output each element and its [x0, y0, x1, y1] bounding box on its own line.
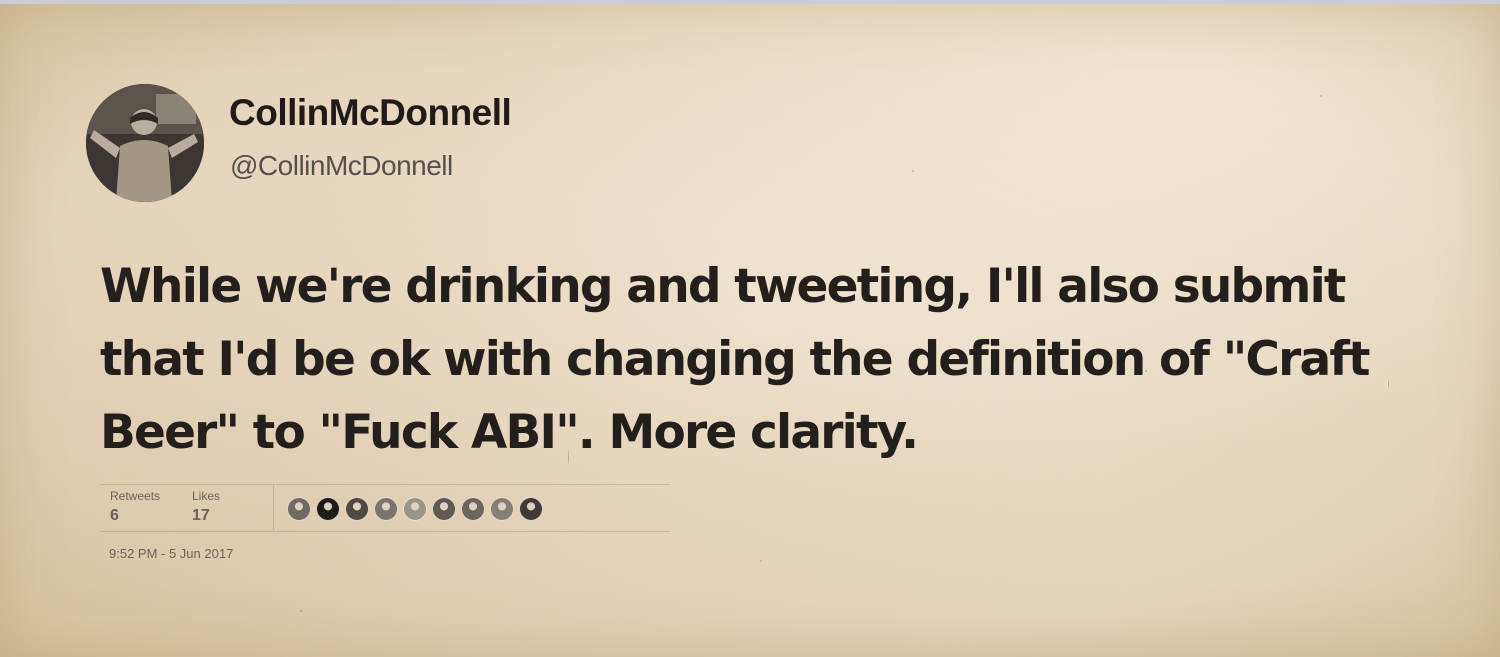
retweets-stat[interactable]: Retweets 6 — [110, 489, 160, 525]
avatar[interactable] — [86, 84, 204, 202]
tweet-text: While we're drinking and tweeting, I'll … — [100, 259, 1370, 460]
profile-photo-icon — [86, 84, 204, 202]
liker-avatar-icon[interactable] — [287, 497, 311, 521]
speck — [760, 560, 762, 562]
liker-avatar-icon[interactable] — [316, 497, 340, 521]
liker-avatar-icon[interactable] — [432, 497, 456, 521]
retweets-count: 6 — [110, 507, 119, 524]
tweet-stats: Retweets 6 Likes 17 — [100, 484, 670, 532]
liker-avatar-icon[interactable] — [374, 497, 398, 521]
top-edge — [0, 0, 1500, 4]
liker-avatar-icon[interactable] — [345, 497, 369, 521]
stats-divider — [273, 485, 274, 531]
display-name[interactable]: CollinMcDonnell — [229, 92, 512, 134]
liker-avatar-icon[interactable] — [461, 497, 485, 521]
speck — [912, 170, 914, 172]
likes-count: 17 — [192, 507, 210, 524]
liker-avatars — [287, 497, 543, 521]
likes-stat[interactable]: Likes 17 — [192, 489, 220, 525]
likes-label: Likes — [192, 489, 221, 503]
user-handle[interactable]: @CollinMcDonnell — [230, 150, 453, 182]
liker-avatar-icon[interactable] — [490, 497, 514, 521]
speck — [1320, 95, 1322, 97]
retweets-label: Retweets — [110, 489, 161, 503]
liker-avatar-icon[interactable] — [403, 497, 427, 521]
liker-avatar-icon[interactable] — [519, 497, 543, 521]
tweet-timestamp[interactable]: 9:52 PM - 5 Jun 2017 — [109, 546, 233, 561]
speck — [300, 610, 302, 612]
